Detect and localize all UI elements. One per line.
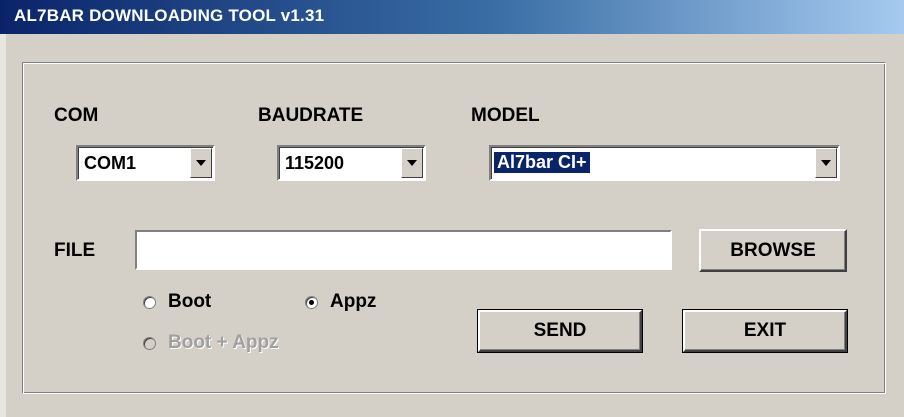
com-select[interactable]: COM1 [76, 145, 215, 181]
radio-boot-appz-indicator [143, 336, 156, 350]
com-label: COM [54, 105, 99, 126]
title-bar[interactable]: AL7BAR DOWNLOADING TOOL v1.31 [0, 0, 904, 34]
baudrate-dropdown-button[interactable] [401, 148, 423, 178]
chevron-down-icon [407, 160, 417, 166]
model-label: MODEL [471, 105, 540, 126]
com-dropdown-button[interactable] [190, 148, 212, 178]
com-select-value: COM1 [84, 153, 137, 173]
radio-boot-label: Boot [168, 291, 212, 312]
file-path-field[interactable] [135, 230, 672, 270]
model-dropdown-button[interactable] [815, 148, 837, 178]
browse-button[interactable]: BROWSE [699, 229, 847, 272]
radio-appz[interactable]: Appz [305, 291, 376, 313]
chevron-down-icon [196, 160, 206, 166]
window-title: AL7BAR DOWNLOADING TOOL v1.31 [14, 6, 325, 25]
send-button[interactable]: SEND [477, 309, 643, 353]
baudrate-label: BAUDRATE [258, 105, 364, 126]
radio-boot-appz: Boot + Appz [143, 332, 279, 354]
radio-appz-label: Appz [330, 291, 377, 312]
exit-button[interactable]: EXIT [682, 309, 848, 353]
app-window: AL7BAR DOWNLOADING TOOL v1.31 COM COM1 B… [0, 0, 904, 417]
radio-boot-indicator[interactable] [143, 295, 156, 309]
radio-boot[interactable]: Boot [143, 291, 211, 313]
radio-boot-appz-label: Boot + Appz [168, 332, 279, 353]
radio-appz-indicator[interactable] [305, 295, 318, 309]
model-select[interactable]: Al7bar CI+ [489, 145, 840, 181]
model-select-value: Al7bar CI+ [494, 152, 590, 173]
file-label: FILE [54, 240, 96, 261]
chevron-down-icon [821, 160, 831, 166]
file-path-input[interactable] [137, 232, 670, 268]
window-left-edge [0, 34, 6, 417]
baudrate-select[interactable]: 115200 [277, 145, 426, 181]
baudrate-select-value: 115200 [285, 153, 345, 173]
